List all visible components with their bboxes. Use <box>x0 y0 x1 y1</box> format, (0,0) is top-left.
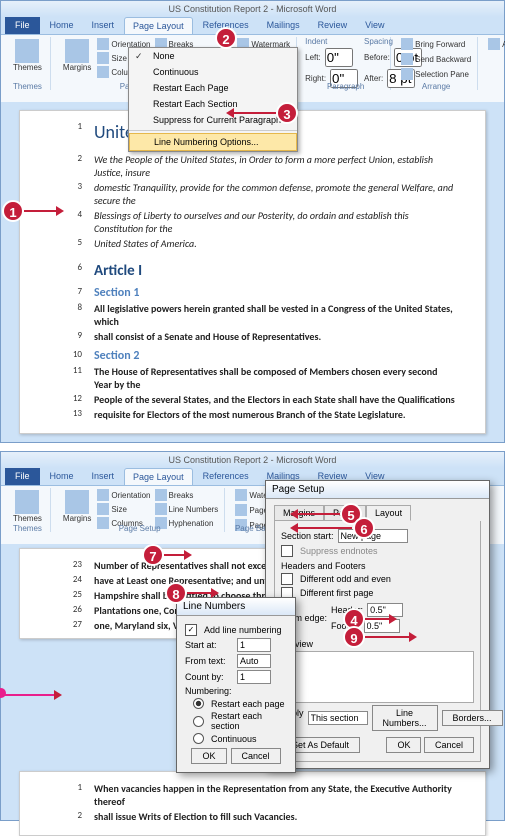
dropdown-continuous[interactable]: Continuous <box>129 64 297 80</box>
line-numbers-cancel-button[interactable]: Cancel <box>231 748 281 764</box>
add-line-numbering-check[interactable] <box>185 624 200 636</box>
tab-page-layout-2[interactable]: Page Layout <box>124 468 193 485</box>
tab-insert[interactable]: Insert <box>84 17 123 34</box>
diff-odd-even-check[interactable] <box>281 573 296 585</box>
size-button-2[interactable]: Size <box>95 502 152 516</box>
dropdown-restart-section[interactable]: Restart Each Section <box>129 96 297 112</box>
tab-mailings[interactable]: Mailings <box>259 17 308 34</box>
titlebar-2: US Constitution Report 2 - Microsoft Wor… <box>1 452 504 468</box>
tab-insert-2[interactable]: Insert <box>84 468 123 485</box>
columns-icon <box>97 66 109 78</box>
page-setup-ok-button[interactable]: OK <box>386 737 421 753</box>
callout-1: 1 <box>2 200 24 222</box>
from-text-input[interactable] <box>237 654 271 668</box>
line-numbers-dialog-button[interactable]: Line Numbers... <box>372 705 438 731</box>
page-setup-title: Page Setup <box>266 481 489 499</box>
word-window-bottom: US Constitution Report 2 - Microsoft Wor… <box>0 451 505 821</box>
titlebar: US Constitution Report 2 - Microsoft Wor… <box>1 1 504 17</box>
header-input[interactable] <box>367 603 403 617</box>
tab-view[interactable]: View <box>357 17 392 34</box>
start-at-input[interactable] <box>237 638 271 652</box>
selection-pane-button[interactable]: Selection Pane <box>399 67 473 81</box>
line-numbers-dialog-title: Line Numbers <box>177 598 295 616</box>
tab-home[interactable]: Home <box>42 17 82 34</box>
line-numbers-ok-button[interactable]: OK <box>191 748 226 764</box>
margins-button[interactable]: Margins <box>59 37 95 81</box>
margins-icon <box>65 490 89 514</box>
callout-2: 2 <box>215 27 237 49</box>
callout-7: 7 <box>142 544 164 566</box>
word-window-top: US Constitution Report 2 - Microsoft Wor… <box>0 0 505 443</box>
page-setup-tab-layout[interactable]: Layout <box>366 505 411 521</box>
document-page-3: 1When vacancies happen in the Representa… <box>19 771 486 836</box>
tab-home-2[interactable]: Home <box>42 468 82 485</box>
align-icon <box>488 38 500 50</box>
indent-label: Indent <box>305 37 358 46</box>
continuous-radio[interactable] <box>193 733 207 744</box>
ribbon-tabs: File Home Insert Page Layout References … <box>1 17 504 34</box>
document-page-1: 1United titution 2We the People of the U… <box>19 110 486 434</box>
page-setup-dialog: Page Setup Margins Paper Layout Section … <box>265 480 490 769</box>
tab-page-layout[interactable]: Page Layout <box>124 17 193 34</box>
bring-forward-button[interactable]: Bring Forward <box>399 37 473 51</box>
dropdown-suppress[interactable]: Suppress for Current Paragraph <box>129 112 297 128</box>
orientation-button-2[interactable]: Orientation <box>95 488 152 502</box>
suppress-endnotes-check[interactable] <box>281 545 296 557</box>
send-backward-button[interactable]: Send Backward <box>399 52 473 66</box>
send-backward-icon <box>401 53 413 65</box>
restart-section-radio[interactable] <box>193 716 207 727</box>
callout-3: 3 <box>276 102 298 124</box>
callout-6: 6 <box>353 517 375 539</box>
size-icon <box>97 52 109 64</box>
tab-references-2[interactable]: References <box>195 468 257 485</box>
dropdown-restart-page[interactable]: Restart Each Page <box>129 80 297 96</box>
preview-pane <box>281 651 474 703</box>
align-button[interactable]: Align <box>486 37 505 51</box>
themes-button-2[interactable]: Themes <box>9 488 46 525</box>
bring-forward-icon <box>401 38 413 50</box>
margins-icon <box>65 39 89 63</box>
page-setup-cancel-button[interactable]: Cancel <box>424 737 474 753</box>
line-numbers-dropdown: None Continuous Restart Each Page Restar… <box>128 47 298 152</box>
tab-file[interactable]: File <box>5 17 40 34</box>
tab-file-2[interactable]: File <box>5 468 40 485</box>
selection-pane-icon <box>401 68 413 80</box>
line-numbers-dialog: Line Numbers Add line numbering Start at… <box>176 597 296 773</box>
themes-button[interactable]: Themes <box>9 37 46 74</box>
count-by-input[interactable] <box>237 670 271 684</box>
callout-9: 9 <box>343 626 365 648</box>
tab-review[interactable]: Review <box>310 17 356 34</box>
line-numbers-button-2[interactable]: Line Numbers <box>153 502 221 516</box>
dropdown-none[interactable]: None <box>129 48 297 64</box>
orientation-icon <box>97 38 109 50</box>
callout-8: 8 <box>165 582 187 604</box>
breaks-button-2[interactable]: Breaks <box>153 488 221 502</box>
dropdown-options[interactable]: Line Numbering Options... <box>129 133 297 151</box>
restart-page-radio[interactable] <box>193 698 207 709</box>
borders-dialog-button[interactable]: Borders... <box>442 710 503 726</box>
themes-icon <box>15 39 39 63</box>
themes-icon <box>15 490 39 514</box>
indent-left-input[interactable] <box>325 48 353 67</box>
